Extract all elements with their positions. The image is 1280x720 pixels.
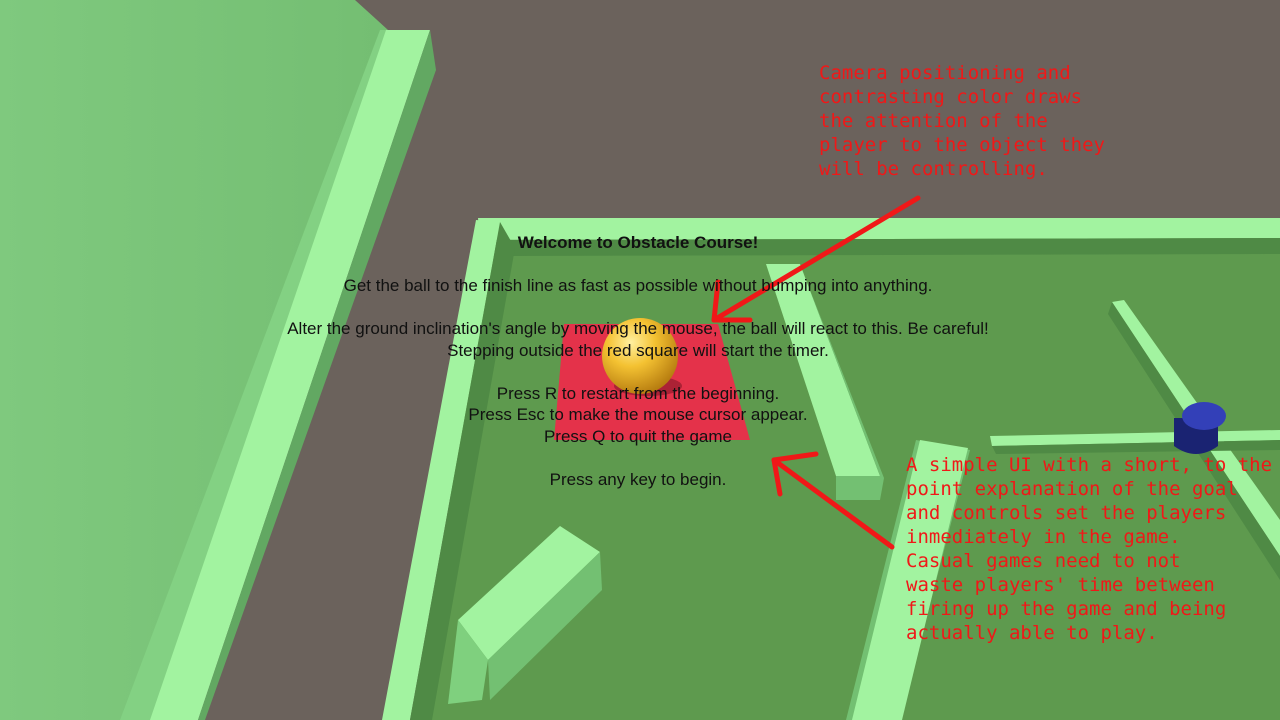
hud-goal: Get the ball to the finish line as fast … bbox=[343, 276, 933, 295]
hud-restart: Press R to restart from the beginning. bbox=[496, 384, 780, 403]
hud-title: Welcome to Obstacle Course! bbox=[517, 233, 759, 252]
annotation-ui-line: waste players' time between bbox=[906, 574, 1215, 596]
annotation-camera: Camera positioning and contrasting color… bbox=[819, 61, 1119, 181]
annotation-camera-line: the attention of the bbox=[819, 110, 1048, 132]
annotation-camera-line: Camera positioning and bbox=[819, 62, 1071, 84]
hud-cursor: Press Esc to make the mouse cursor appea… bbox=[468, 405, 808, 424]
annotation-ui-line: point explanation of the goal bbox=[906, 478, 1238, 500]
annotation-ui: A simple UI with a short, to the point e… bbox=[906, 453, 1276, 645]
annotation-camera-line: will be controlling. bbox=[819, 158, 1048, 180]
annotation-ui-line: actually able to play. bbox=[906, 622, 1158, 644]
annotation-camera-line: contrasting color draws bbox=[819, 86, 1083, 108]
annotation-ui-line: and controls set the players bbox=[906, 502, 1227, 524]
annotation-ui-line: A simple UI with a short, to the bbox=[906, 454, 1273, 476]
annotation-ui-line: inmediately in the game. bbox=[906, 526, 1181, 548]
annotation-camera-line: player to the object they bbox=[819, 134, 1105, 156]
hud-controls-1: Alter the ground inclination's angle by … bbox=[287, 319, 989, 338]
hud-quit: Press Q to quit the game bbox=[543, 427, 733, 446]
annotation-ui-line: Casual games need to not bbox=[906, 550, 1181, 572]
hud-controls-2: Stepping outside the red square will sta… bbox=[447, 341, 829, 360]
annotation-ui-line: firing up the game and being bbox=[906, 598, 1227, 620]
